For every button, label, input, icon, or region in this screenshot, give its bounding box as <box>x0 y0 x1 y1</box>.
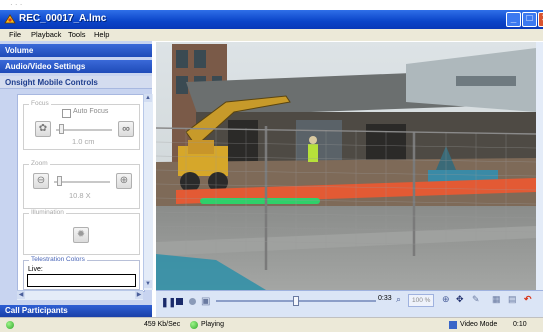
focus-group: Focus Auto Focus ✿ ∞ 1.0 cm <box>23 100 140 150</box>
zoom-magnifier-icon[interactable]: ⌕ <box>396 294 401 305</box>
zoom-slider-track <box>54 181 110 183</box>
video-vscroll[interactable] <box>536 42 543 290</box>
menu-playback[interactable]: Playback <box>31 30 61 39</box>
undo-icon[interactable]: ↶ <box>524 294 532 305</box>
zoom-in-icon: ⊕ <box>119 175 129 186</box>
flower-icon: ✿ <box>38 123 48 134</box>
sidebar-hscroll[interactable]: ◀ ▶ <box>17 290 143 300</box>
auto-focus-checkbox[interactable] <box>62 109 71 118</box>
auto-focus-label: Auto Focus <box>73 108 109 115</box>
menu-help[interactable]: Help <box>94 30 109 39</box>
desktop-ghost-text: · · · <box>10 0 23 9</box>
illumination-label: Illumination <box>29 209 66 216</box>
zoom-percent-field[interactable]: 100 % <box>408 294 435 307</box>
zoom-in-small-icon[interactable]: ⊕ <box>442 294 450 305</box>
menu-file[interactable]: File <box>9 30 21 39</box>
transport-bar: ❚❚ ▣ 0:33 ⌕ 100 % ⊕ ✥ ✎ ▦ ▤ ↶ <box>156 290 543 318</box>
focus-near-button[interactable]: ✿ <box>35 121 51 137</box>
pen-icon[interactable]: ✎ <box>472 294 480 305</box>
telestration-label: Telestration Colors <box>29 256 87 263</box>
app-icon <box>4 14 16 24</box>
minimize-icon: _ <box>510 13 517 24</box>
telestration-group: Telestration Colors Live: <box>23 256 140 290</box>
menu-tools[interactable]: Tools <box>68 30 86 39</box>
live-label: Live: <box>28 266 43 273</box>
sidebar-vscroll[interactable]: ▲ ▼ <box>143 94 153 290</box>
pan-icon[interactable]: ✥ <box>456 294 464 305</box>
status-bar: 459 Kb/Sec Playing Video Mode 0:10 <box>0 317 543 332</box>
maximize-button[interactable]: □ <box>522 12 537 27</box>
scroll-left-icon[interactable]: ◀ <box>17 291 25 299</box>
progress-thumb[interactable] <box>293 296 299 306</box>
zoom-value: 10.8 X <box>69 191 91 200</box>
window-title: REC_00017_A.lmc <box>19 13 107 24</box>
scroll-right-icon[interactable]: ▶ <box>135 291 143 299</box>
status-led-icon <box>6 321 14 329</box>
scroll-up-icon[interactable]: ▲ <box>144 94 152 102</box>
elapsed-time: 0:33 <box>378 295 392 302</box>
scroll-down-icon[interactable]: ▼ <box>144 280 152 288</box>
section-onsight-controls[interactable]: Onsight Mobile Controls <box>0 76 152 89</box>
section-av-settings[interactable]: Audio/Video Settings <box>0 60 152 73</box>
menu-bar: File Playback Tools Help <box>0 29 543 41</box>
desktop-strip: · · · <box>0 0 543 10</box>
section-volume[interactable]: Volume <box>0 44 152 57</box>
zoom-out-button[interactable]: ⊖ <box>33 173 49 189</box>
zoom-label: Zoom <box>29 160 50 167</box>
playing-led-icon <box>190 321 198 329</box>
focus-slider-track <box>56 129 112 131</box>
zoom-in-button[interactable]: ⊕ <box>116 173 132 189</box>
minimize-button[interactable]: _ <box>506 12 521 27</box>
live-color-swatch[interactable] <box>27 274 136 287</box>
eraser-icon[interactable]: ▦ <box>492 294 501 305</box>
focus-slider-thumb[interactable] <box>59 124 64 134</box>
title-bar[interactable]: REC_00017_A.lmc _ □ ✕ <box>0 10 543 29</box>
controls-panel: Focus Auto Focus ✿ ∞ 1.0 cm Zoom ⊖ ⊕ 10.… <box>17 94 145 292</box>
playback-state: Playing <box>201 321 224 328</box>
focus-far-button[interactable]: ∞ <box>118 121 134 137</box>
infinity-icon: ∞ <box>122 123 130 135</box>
telestrate-icon[interactable]: ▤ <box>508 294 517 305</box>
light-icon: ✹ <box>76 229 86 240</box>
illumination-group: Illumination ✹ <box>23 209 140 255</box>
video-mode-icon <box>449 321 457 329</box>
record-icon[interactable] <box>189 298 196 305</box>
video-scene <box>156 42 536 290</box>
video-frame[interactable] <box>156 42 536 290</box>
zoom-group: Zoom ⊖ ⊕ 10.8 X <box>23 160 140 209</box>
maximize-icon: □ <box>526 13 533 24</box>
pause-icon[interactable]: ❚❚ <box>161 297 176 308</box>
zoom-slider-thumb[interactable] <box>57 176 62 186</box>
light-button[interactable]: ✹ <box>73 227 89 243</box>
snapshot-icon[interactable]: ▣ <box>201 296 210 307</box>
focus-value: 1.0 cm <box>72 137 95 146</box>
bitrate-text: 459 Kb/Sec <box>144 321 181 328</box>
close-button[interactable]: ✕ <box>538 12 543 27</box>
call-participants-header[interactable]: Call Participants <box>0 305 152 317</box>
stop-icon[interactable] <box>176 298 183 305</box>
video-mode-text: Video Mode <box>460 321 498 328</box>
zoom-out-icon: ⊖ <box>36 175 46 186</box>
focus-label: Focus <box>29 100 51 107</box>
status-time: 0:10 <box>513 321 527 328</box>
